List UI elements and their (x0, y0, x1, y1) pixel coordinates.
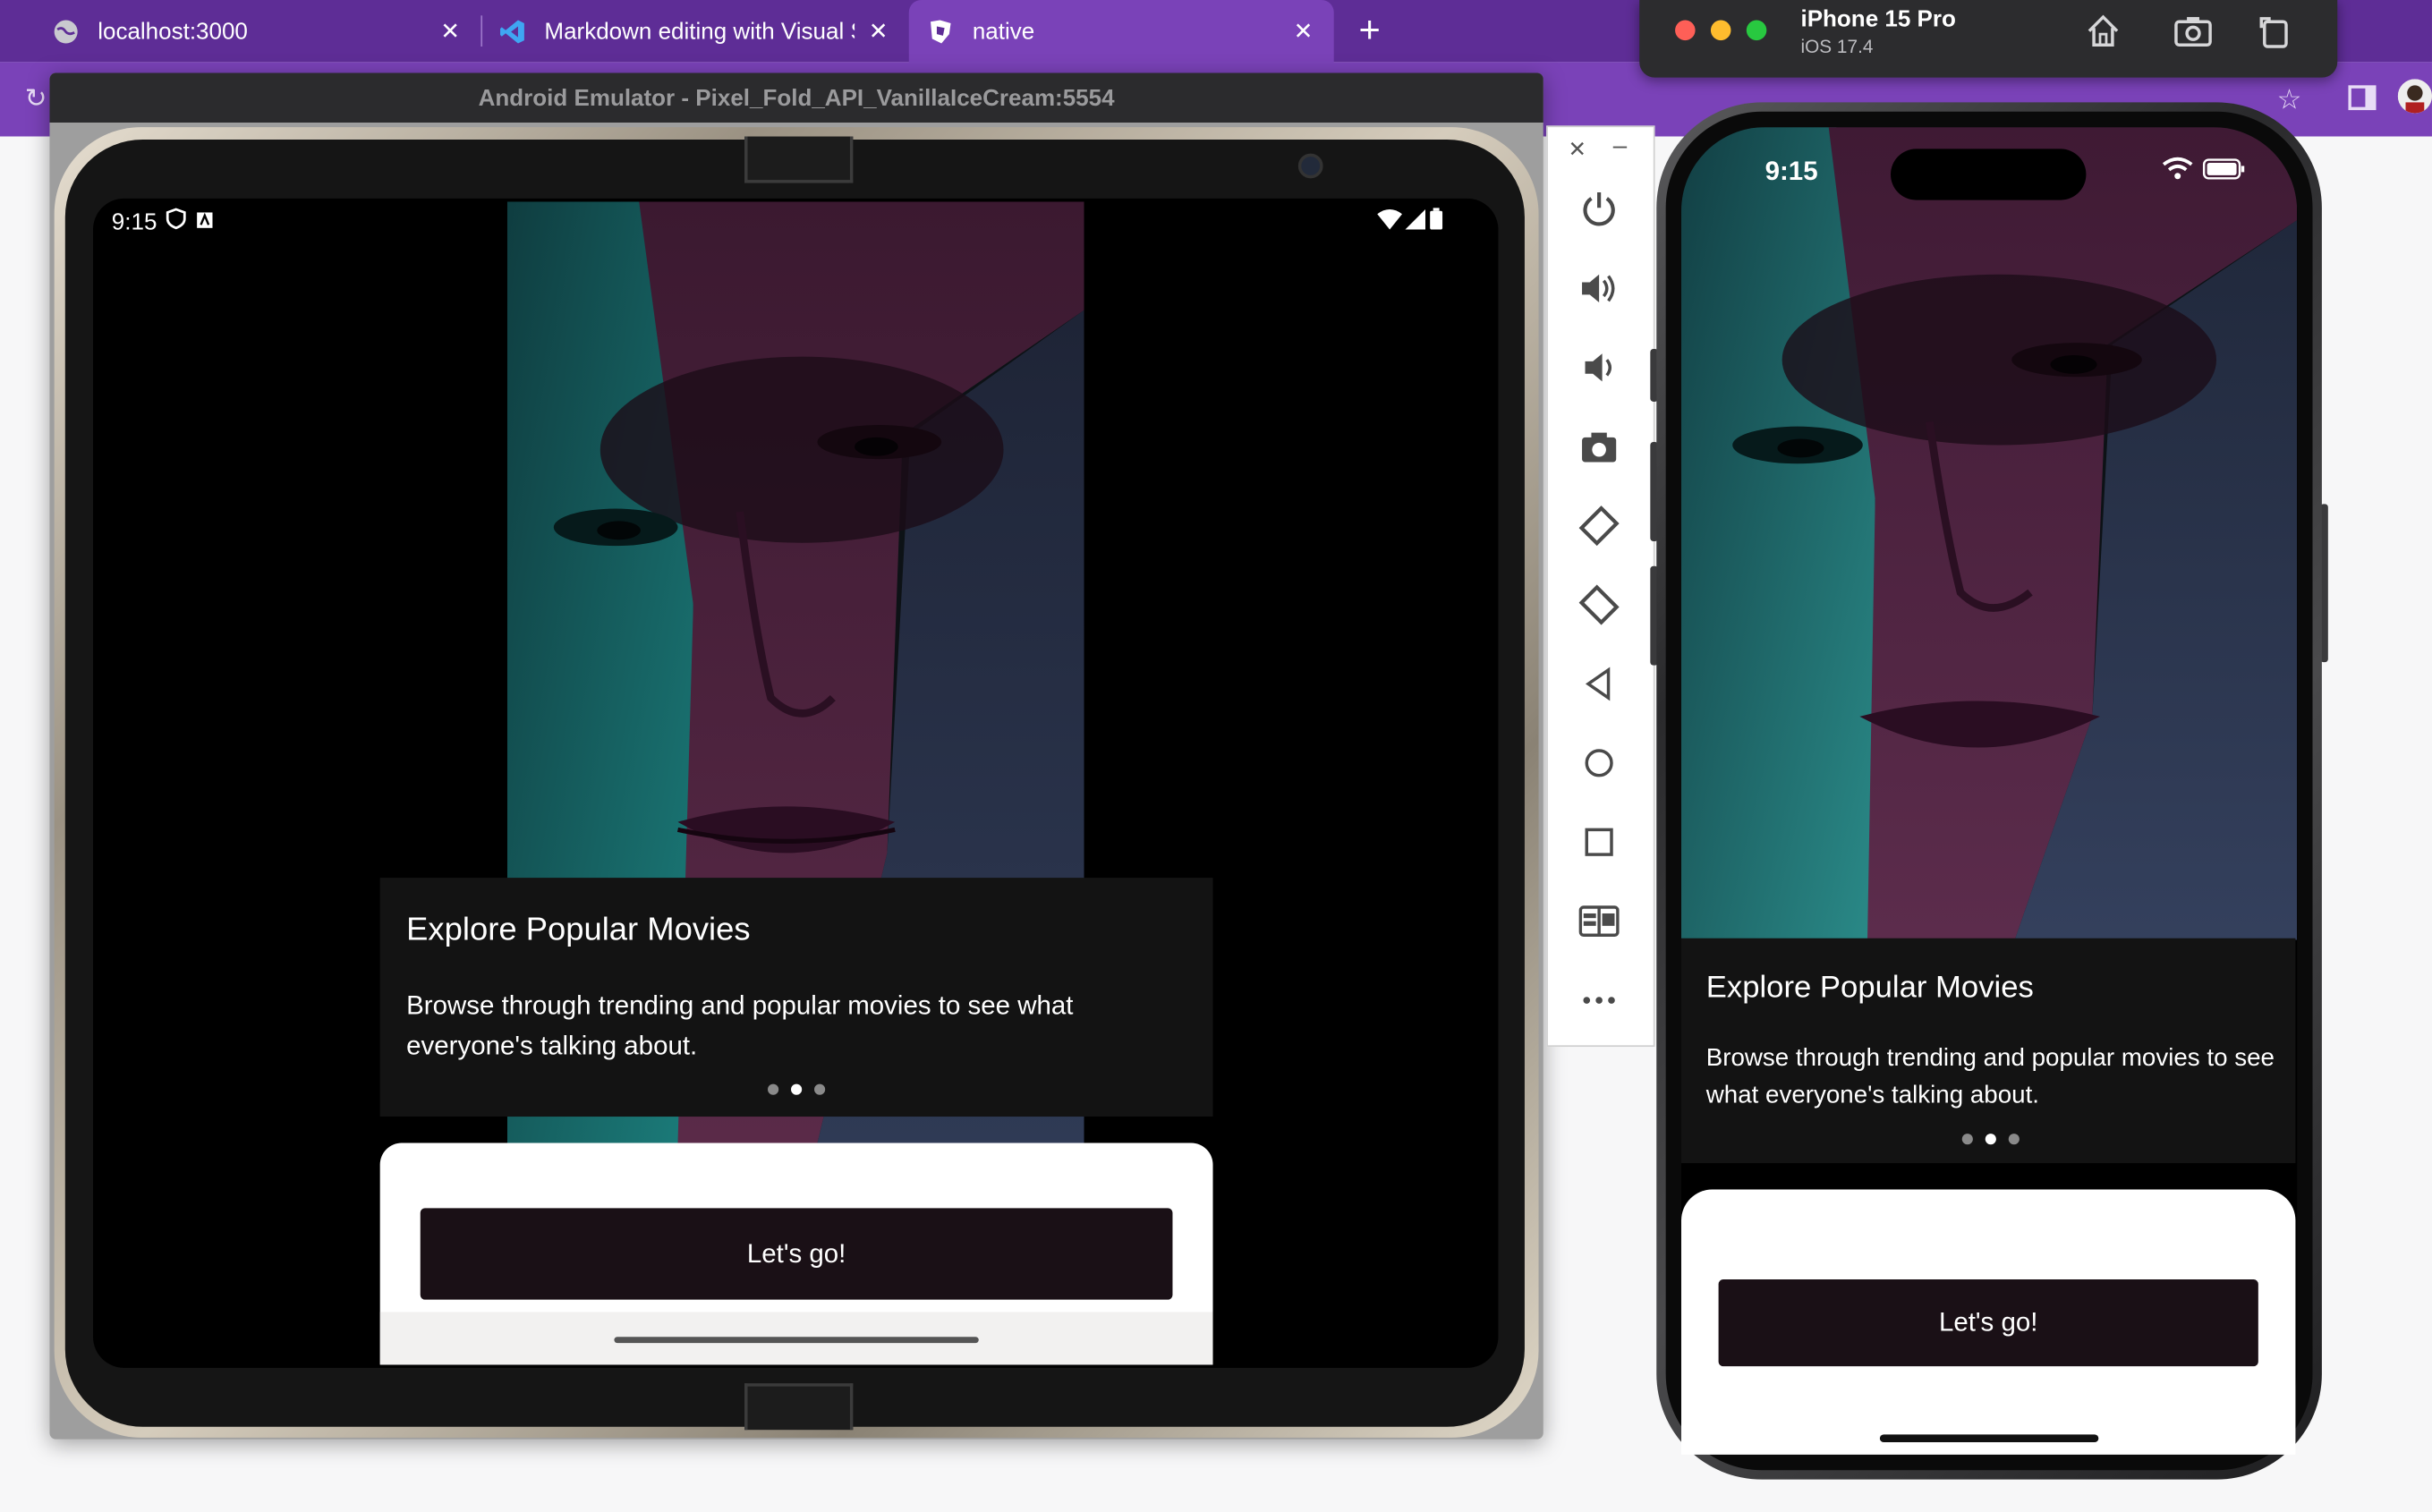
page-dot[interactable] (814, 1083, 826, 1095)
home-icon[interactable] (2085, 13, 2122, 50)
slide-title: Explore Popular Movies (1705, 971, 2034, 1006)
close-tab-icon[interactable]: ✕ (440, 17, 460, 45)
rotate-icon[interactable] (2255, 13, 2292, 50)
close-emulator-icon[interactable]: ✕ (1568, 137, 1586, 163)
fold-icon[interactable] (1578, 901, 1620, 941)
overview-icon[interactable] (1579, 822, 1620, 862)
page-dot[interactable] (2008, 1134, 2020, 1145)
android-status-icons (1377, 208, 1444, 237)
lets-go-button[interactable]: Let's go! (1718, 1279, 2258, 1367)
tab-title: Markdown editing with Visual S (544, 17, 855, 45)
front-camera (1297, 153, 1323, 179)
power-icon[interactable] (1579, 189, 1620, 229)
reload-icon[interactable]: ↻ (25, 84, 47, 115)
expo-icon (928, 18, 954, 44)
page-dot-active[interactable] (791, 1083, 803, 1095)
minimize-window-button[interactable] (1710, 20, 1731, 41)
simulator-device-name: iPhone 15 Pro (1800, 5, 1956, 33)
tab-separator (480, 15, 483, 47)
volume-up-icon[interactable] (1579, 268, 1620, 309)
wifi-icon (1377, 208, 1402, 236)
slide-description: Browse through trending and popular movi… (406, 990, 1074, 1061)
lets-go-button[interactable]: Let's go! (420, 1208, 1173, 1300)
new-tab-icon[interactable]: + (1358, 9, 1380, 53)
slide-description: Browse through trending and popular movi… (1705, 1045, 2275, 1109)
tab-title: localhost:3000 (98, 17, 248, 45)
hinge (744, 136, 854, 183)
screenshot-icon[interactable] (2173, 13, 2212, 50)
zoom-window-button[interactable] (1746, 20, 1767, 41)
page-dot-active[interactable] (1985, 1134, 1996, 1145)
shield-icon (166, 208, 187, 235)
sidebar-icon[interactable] (2348, 84, 2377, 120)
minimize-emulator-icon[interactable]: – (1613, 133, 1627, 161)
gesture-handle[interactable] (614, 1337, 979, 1344)
back-icon[interactable] (1579, 664, 1620, 704)
a11y-icon (196, 208, 215, 234)
close-tab-icon[interactable]: ✕ (1294, 17, 1314, 45)
camera-icon[interactable] (1579, 427, 1620, 467)
dynamic-island (1891, 149, 2087, 200)
emulator-window-title: Android Emulator - Pixel_Fold_API_Vanill… (49, 72, 1543, 123)
bookmark-star-icon[interactable]: ☆ (2277, 84, 2302, 116)
home-indicator[interactable] (1879, 1434, 2099, 1443)
vscode-icon (499, 18, 525, 44)
battery-icon (1428, 208, 1443, 237)
page-dot[interactable] (1961, 1134, 1973, 1145)
tab-localhost[interactable]: localhost:3000 ✕ (53, 0, 480, 62)
wifi-icon (2162, 157, 2193, 188)
globe-icon (53, 18, 79, 44)
close-tab-icon[interactable]: ✕ (869, 17, 889, 45)
slide-title: Explore Popular Movies (406, 912, 751, 948)
simulator-os-version: iOS 17.4 (1800, 35, 1874, 58)
status-time: 9:15 (111, 208, 157, 235)
signal-icon (1405, 208, 1425, 236)
rotate-right-icon[interactable] (1578, 584, 1620, 625)
rotate-left-icon[interactable] (1578, 505, 1620, 547)
status-time: 9:15 (1764, 157, 1818, 187)
tab-native[interactable]: native ✕ (908, 0, 1334, 63)
tab-title: native (972, 17, 1035, 45)
close-window-button[interactable] (1675, 20, 1696, 41)
home-circle-icon[interactable] (1579, 743, 1620, 783)
page-dot[interactable] (768, 1083, 779, 1095)
hinge (744, 1383, 854, 1431)
pagination-dots (768, 1083, 826, 1095)
tab-markdown[interactable]: Markdown editing with Visual S ✕ (499, 0, 909, 62)
avatar[interactable] (2397, 79, 2432, 114)
more-icon[interactable] (1579, 981, 1620, 1021)
ios-simulator-titlebar: iPhone 15 Pro iOS 17.4 (1639, 0, 2338, 78)
movie-poster-image (1681, 127, 2298, 940)
volume-down-icon[interactable] (1579, 347, 1620, 387)
battery-icon (2202, 158, 2246, 188)
android-status-bar: 9:15 (112, 208, 215, 235)
pagination-dots (1961, 1134, 2020, 1145)
